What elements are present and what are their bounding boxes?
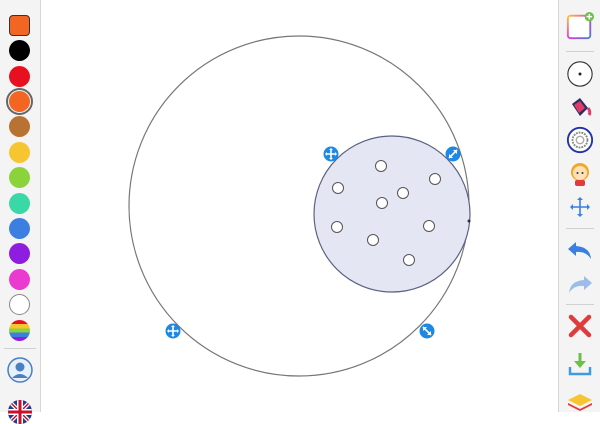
swatch-white[interactable] bbox=[9, 294, 30, 315]
toolbar-divider bbox=[566, 228, 594, 229]
swatch-red[interactable] bbox=[9, 66, 30, 87]
language-flag-icon[interactable] bbox=[8, 400, 32, 424]
swatch-rainbow[interactable] bbox=[9, 320, 30, 341]
swatch-magenta[interactable] bbox=[9, 269, 30, 290]
dot[interactable] bbox=[367, 234, 379, 246]
toolbar-divider bbox=[566, 51, 594, 52]
character-icon[interactable] bbox=[566, 160, 594, 188]
swatch-orange-square[interactable] bbox=[9, 15, 30, 36]
point-tool-icon[interactable] bbox=[566, 60, 594, 88]
toolbar-divider bbox=[566, 304, 594, 305]
swatch-orange[interactable] bbox=[6, 88, 33, 115]
dot[interactable] bbox=[332, 182, 344, 194]
move-handle-small[interactable] bbox=[323, 146, 339, 162]
tangent-point bbox=[467, 219, 471, 223]
swatch-teal[interactable] bbox=[9, 193, 30, 214]
move-icon[interactable] bbox=[566, 193, 594, 221]
user-icon[interactable] bbox=[6, 356, 34, 384]
move-handle-large[interactable] bbox=[165, 323, 181, 339]
spirograph-icon[interactable] bbox=[566, 126, 594, 154]
resize-handle-large[interactable] bbox=[419, 323, 435, 339]
dot[interactable] bbox=[429, 173, 441, 185]
small-circle[interactable] bbox=[313, 135, 471, 293]
layers-icon[interactable] bbox=[566, 390, 594, 418]
swatch-brown[interactable] bbox=[9, 116, 30, 137]
dot[interactable] bbox=[375, 160, 387, 172]
dot[interactable] bbox=[403, 254, 415, 266]
palette-divider bbox=[4, 348, 36, 349]
color-palette-sidebar bbox=[0, 0, 41, 424]
redo-icon[interactable] bbox=[566, 270, 594, 298]
swatch-blue[interactable] bbox=[9, 218, 30, 239]
swatch-yellow[interactable] bbox=[9, 142, 30, 163]
undo-icon[interactable] bbox=[566, 236, 594, 264]
swatch-black[interactable] bbox=[9, 40, 30, 61]
delete-icon[interactable] bbox=[566, 312, 594, 340]
dot[interactable] bbox=[331, 221, 343, 233]
dot[interactable] bbox=[376, 197, 388, 209]
paint-bucket-icon[interactable] bbox=[566, 94, 594, 122]
drawing-canvas[interactable] bbox=[41, 0, 558, 412]
swatch-purple[interactable] bbox=[9, 243, 30, 264]
download-icon[interactable] bbox=[566, 350, 594, 378]
swatch-lime[interactable] bbox=[9, 167, 30, 188]
dot[interactable] bbox=[397, 187, 409, 199]
new-canvas-icon[interactable] bbox=[566, 12, 594, 40]
resize-handle-small[interactable] bbox=[445, 146, 461, 162]
dot[interactable] bbox=[423, 220, 435, 232]
